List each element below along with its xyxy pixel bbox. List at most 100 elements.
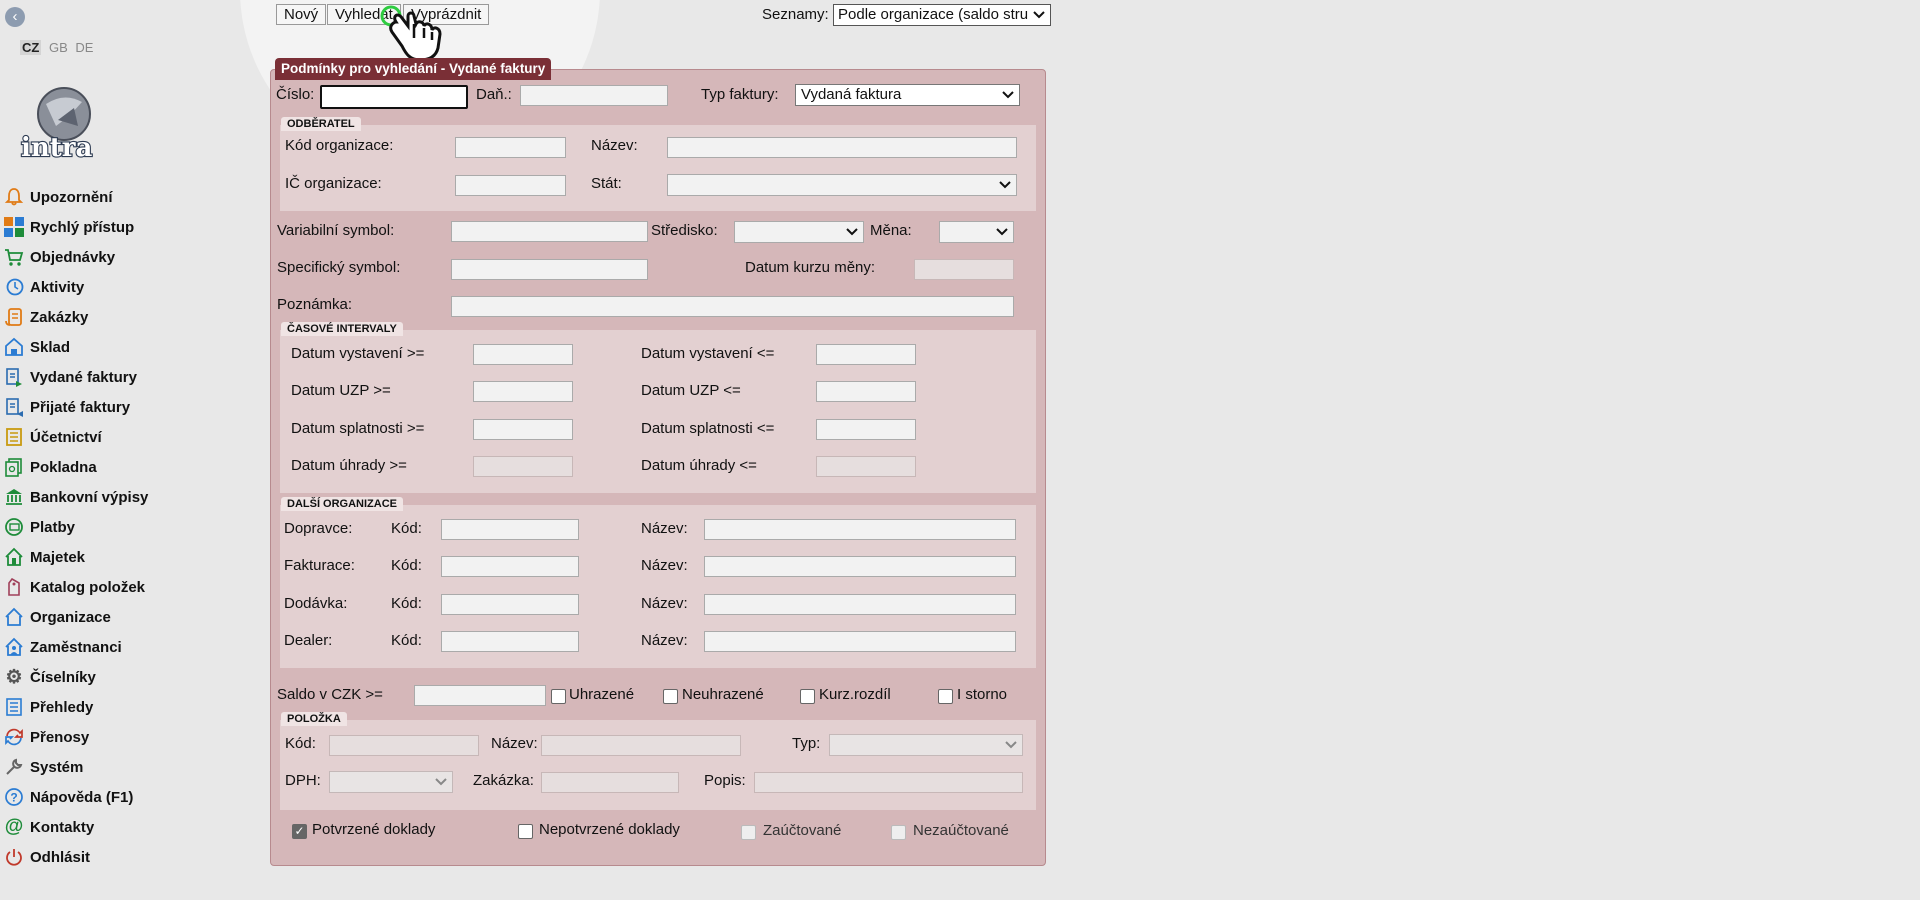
new-button[interactable]: Nový	[276, 4, 327, 25]
sidebar-item-pokladna[interactable]: Pokladna	[3, 452, 243, 482]
unpaid-label: Neuhrazené	[682, 686, 764, 703]
sidebar-item-organizace[interactable]: Organizace	[3, 602, 243, 632]
item-type-select[interactable]	[829, 734, 1023, 756]
sidebar-item-aktivity[interactable]: Aktivity	[3, 272, 243, 302]
sidebar-item-kontakty[interactable]: @ Kontakty	[3, 812, 243, 842]
due-from-input[interactable]	[473, 419, 573, 440]
currency-select[interactable]	[939, 221, 1014, 243]
chevron-down-icon	[996, 228, 1008, 236]
due-to-input[interactable]	[816, 419, 916, 440]
order-input[interactable]	[541, 772, 679, 793]
delivery-code-input[interactable]	[441, 594, 579, 615]
lists-select[interactable]: Podle organizace (saldo stru	[833, 4, 1051, 26]
variable-symbol-input[interactable]	[451, 221, 648, 242]
sidebar-item-ciselniky[interactable]: ⚙ Číselníky	[3, 662, 243, 692]
org-id-input[interactable]	[455, 175, 566, 196]
sidebar-item-objednavky[interactable]: Objednávky	[3, 242, 243, 272]
sidebar-item-zamestnanci[interactable]: Zaměstnanci	[3, 632, 243, 662]
paid-to-input[interactable]	[816, 456, 916, 477]
lang-de[interactable]: DE	[75, 40, 93, 55]
rate-date-input[interactable]	[914, 259, 1014, 280]
gear-icon: ⚙	[5, 666, 23, 688]
specific-symbol-input[interactable]	[451, 259, 648, 280]
issue-from-input[interactable]	[473, 344, 573, 365]
language-switcher: CZ GB DE	[20, 40, 97, 55]
warehouse-icon	[3, 336, 25, 358]
sidebar-item-rychly-pristup[interactable]: Rychlý přístup	[3, 212, 243, 242]
country-select[interactable]	[667, 174, 1017, 196]
unpaid-checkbox[interactable]	[663, 689, 678, 704]
desc-input[interactable]	[754, 772, 1023, 793]
sync-icon	[3, 726, 25, 748]
dealer-name-input[interactable]	[704, 631, 1016, 652]
item-name-input[interactable]	[541, 735, 741, 756]
chevron-down-icon	[999, 181, 1011, 189]
tax-input[interactable]	[520, 85, 668, 106]
sidebar-item-ucetnictvi[interactable]: Účetnictví	[3, 422, 243, 452]
accounted-label: Zaúčtované	[763, 822, 842, 839]
back-button[interactable]: ‹	[5, 7, 25, 27]
note-input[interactable]	[451, 296, 1014, 317]
sidebar-item-prehledy[interactable]: Přehledy	[3, 692, 243, 722]
sidebar-item-odhlasit[interactable]: Odhlásit	[3, 842, 243, 872]
delivery-label: Dodávka:	[284, 595, 348, 612]
invoice-out-icon	[3, 366, 25, 388]
issue-to-input[interactable]	[816, 344, 916, 365]
cash-icon	[3, 456, 25, 478]
org-code-input[interactable]	[455, 137, 566, 158]
item-code-input[interactable]	[329, 735, 479, 756]
dealer-code-input[interactable]	[441, 631, 579, 652]
coins-icon	[3, 516, 25, 538]
customer-name-input[interactable]	[667, 137, 1017, 158]
sidebar-item-system[interactable]: Systém	[3, 752, 243, 782]
balance-input[interactable]	[414, 685, 546, 706]
number-input[interactable]	[320, 85, 468, 109]
customer-section-label: ODBĚRATEL	[281, 117, 361, 131]
center-select[interactable]	[734, 221, 864, 243]
accounted-checkbox[interactable]	[741, 825, 756, 840]
delivery-name-input[interactable]	[704, 594, 1016, 615]
due-to-label: Datum splatnosti <=	[641, 420, 775, 437]
rate-diff-label: Kurz.rozdíl	[819, 686, 891, 703]
paid-checkbox[interactable]	[551, 689, 566, 704]
sidebar-item-platby[interactable]: Platby	[3, 512, 243, 542]
sidebar-item-sklad[interactable]: Sklad	[3, 332, 243, 362]
unaccounted-checkbox[interactable]	[891, 825, 906, 840]
sidebar-item-katalog-polozek[interactable]: Katalog položek	[3, 572, 243, 602]
confirmed-checkbox[interactable]: ✓	[292, 824, 307, 839]
lang-gb[interactable]: GB	[49, 40, 68, 55]
unconfirmed-checkbox[interactable]	[518, 824, 533, 839]
carrier-code-input[interactable]	[441, 519, 579, 540]
org-code-label: Kód organizace:	[285, 137, 394, 154]
invoice-type-select[interactable]: Vydaná faktura	[795, 84, 1020, 106]
sidebar-item-majetek[interactable]: Majetek	[3, 542, 243, 572]
billing-name-label: Název:	[641, 557, 688, 574]
paid-from-input[interactable]	[473, 456, 573, 477]
order-label: Zakázka:	[473, 772, 534, 789]
sidebar-item-vydane-faktury[interactable]: Vydané faktury	[3, 362, 243, 392]
sidebar-item-napoveda[interactable]: ? Nápověda (F1)	[3, 782, 243, 812]
uzp-from-input[interactable]	[473, 381, 573, 402]
lang-cz[interactable]: CZ	[20, 40, 42, 55]
sidebar-item-zakazky[interactable]: Zakázky	[3, 302, 243, 332]
delivery-code-label: Kód:	[391, 595, 422, 612]
vat-select[interactable]	[329, 771, 453, 793]
specific-symbol-label: Specifický symbol:	[277, 259, 401, 276]
bell-icon	[3, 186, 25, 208]
sidebar-item-bankovni-vypisy[interactable]: Bankovní výpisy	[3, 482, 243, 512]
billing-name-input[interactable]	[704, 556, 1016, 577]
carrier-name-input[interactable]	[704, 519, 1016, 540]
sidebar-item-prenosy[interactable]: Přenosy	[3, 722, 243, 752]
rate-diff-checkbox[interactable]	[800, 689, 815, 704]
uzp-to-input[interactable]	[816, 381, 916, 402]
form-title: Podmínky pro vyhledání - Vydané faktury	[275, 58, 552, 80]
storno-checkbox[interactable]	[938, 689, 953, 704]
sidebar-item-prijate-faktury[interactable]: Přijaté faktury	[3, 392, 243, 422]
billing-code-input[interactable]	[441, 556, 579, 577]
clock-icon	[3, 276, 25, 298]
tax-label: Daň.:	[476, 86, 512, 103]
hand-cursor-icon	[380, 5, 442, 62]
sidebar-item-upozorneni[interactable]: Upozornění	[3, 182, 243, 212]
chevron-down-icon	[846, 228, 858, 236]
logo-text: intra	[21, 133, 92, 162]
